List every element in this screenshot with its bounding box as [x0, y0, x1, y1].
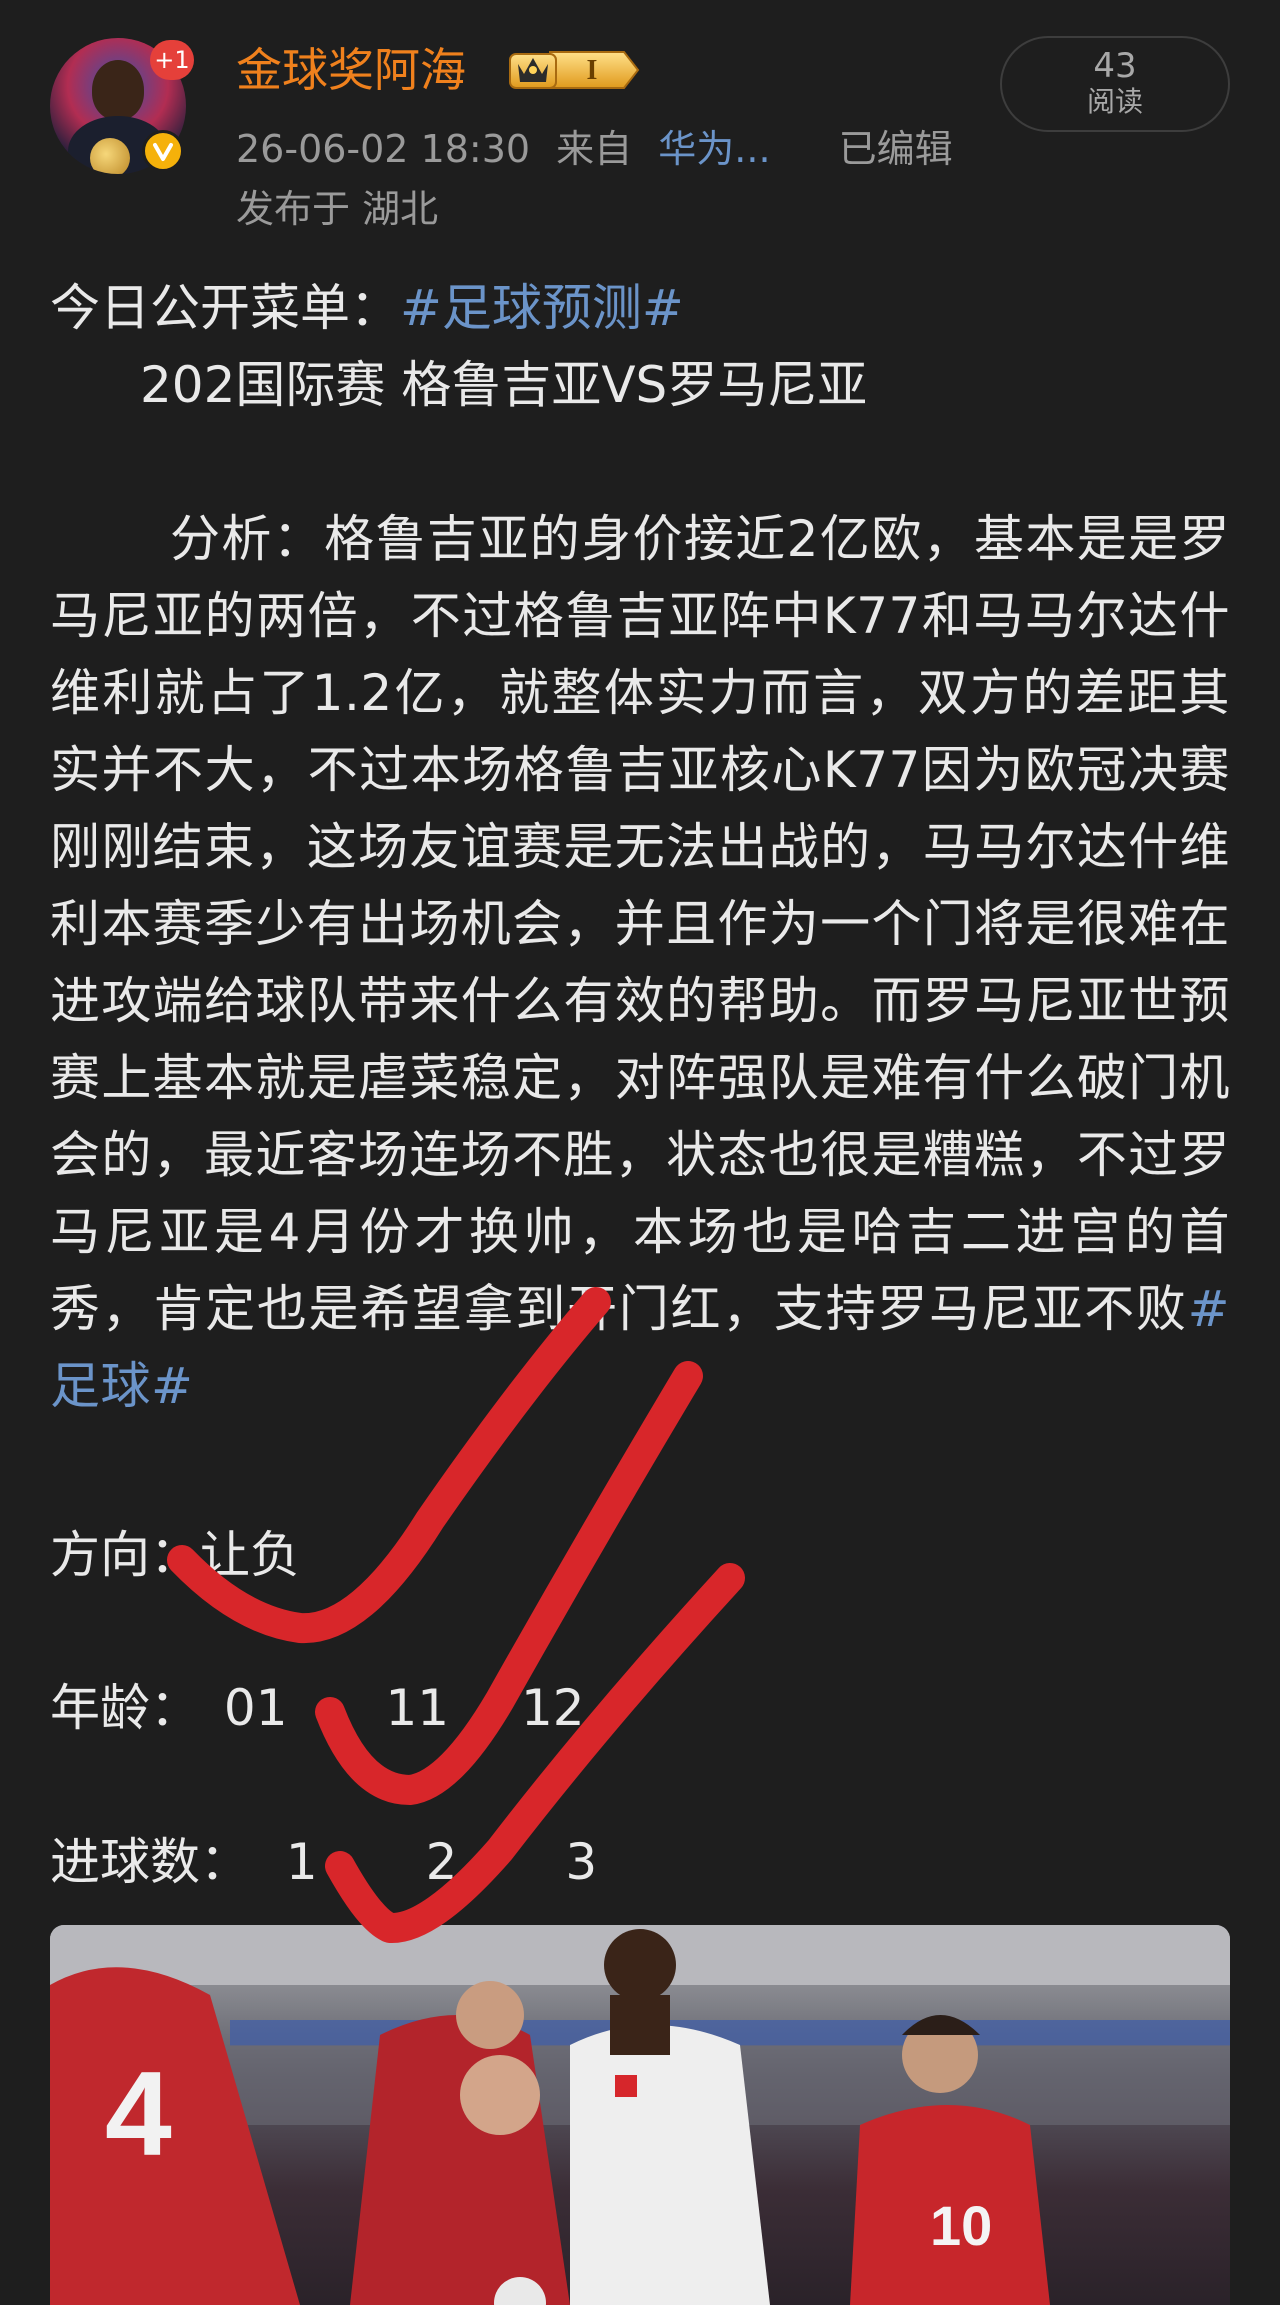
- source-prefix: 来自: [556, 127, 633, 171]
- vip-level-text: I: [587, 55, 598, 86]
- topic-link-football-prediction[interactable]: #足球预测#: [400, 279, 684, 337]
- analysis-text: 分析：格鲁吉亚的身价接近2亿欧，基本是是罗马尼亚的两倍，不过格鲁吉亚阵中K77和…: [50, 501, 1230, 1425]
- goals-option: 3: [565, 1833, 598, 1891]
- verified-icon: [142, 130, 184, 172]
- goals-option: 1: [285, 1833, 318, 1891]
- direction-line: 方向：让负: [50, 1515, 300, 1587]
- weibo-post-page: +1 金球奖阿海 I 26-06-02 18:30 来自 华为... 已编辑 发…: [0, 0, 1280, 2305]
- vip-level-badge[interactable]: I: [506, 44, 642, 96]
- age-line: 年龄： 01 11 12: [50, 1668, 585, 1740]
- source-device-link[interactable]: 华为...: [658, 127, 770, 171]
- svg-text:4: 4: [105, 2047, 172, 2181]
- intro-label: 今日公开菜单：: [50, 279, 400, 337]
- read-count: 43: [1093, 46, 1137, 86]
- intro-line: 今日公开菜单：#足球预测#: [50, 270, 1230, 347]
- username[interactable]: 金球奖阿海: [236, 34, 466, 100]
- age-label: 年龄：: [50, 1679, 200, 1737]
- age-option: 01: [223, 1679, 288, 1737]
- post-meta: 26-06-02 18:30 来自 华为... 已编辑: [236, 118, 953, 173]
- read-label: 阅读: [1086, 85, 1143, 118]
- post-location: 发布于 湖北: [236, 187, 439, 231]
- goals-option: 2: [425, 1833, 458, 1891]
- match-line: 202国际赛 格鲁吉亚VS罗马尼亚: [140, 356, 868, 414]
- svg-text:10: 10: [930, 2194, 992, 2257]
- edited-label[interactable]: 已编辑: [839, 127, 953, 171]
- notification-badge: +1: [150, 40, 194, 80]
- post-timestamp: 26-06-02 18:30: [236, 127, 531, 171]
- read-count-box[interactable]: 43 阅读: [1000, 36, 1230, 132]
- post-image[interactable]: 4 10: [50, 1925, 1230, 2305]
- goals-label: 进球数：: [50, 1833, 250, 1891]
- goals-line: 进球数： 1 2 3: [50, 1822, 597, 1894]
- age-option: 12: [520, 1679, 585, 1737]
- age-option: 11: [385, 1679, 450, 1737]
- post-content: 今日公开菜单：#足球预测# 202国际赛 格鲁吉亚VS罗马尼亚 分析：格鲁吉亚的…: [50, 270, 1230, 1425]
- direction-label: 方向：: [50, 1526, 200, 1584]
- direction-value: 让负: [200, 1526, 300, 1584]
- analysis-body: 分析：格鲁吉亚的身价接近2亿欧，基本是是罗马尼亚的两倍，不过格鲁吉亚阵中K77和…: [50, 510, 1230, 1338]
